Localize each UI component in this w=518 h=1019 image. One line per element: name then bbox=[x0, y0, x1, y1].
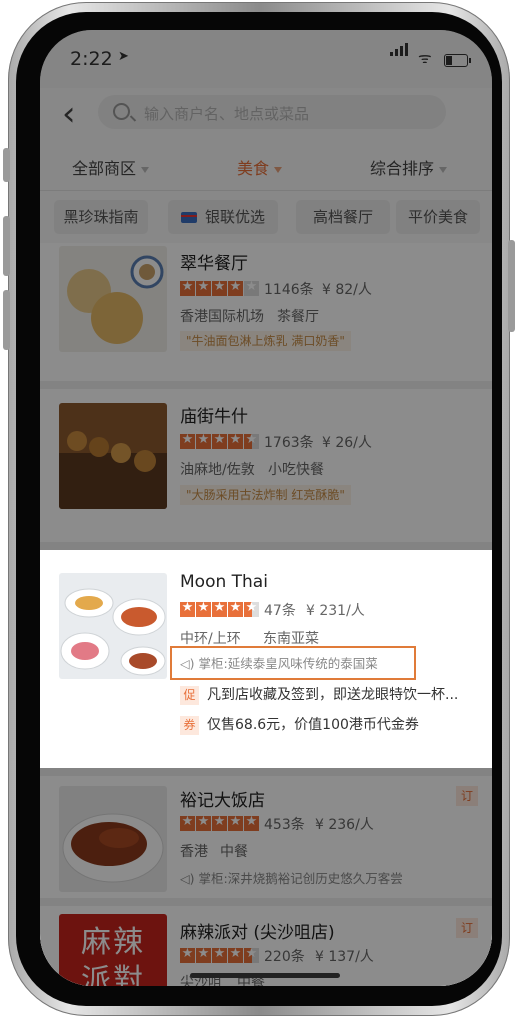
category: 东南亚菜 bbox=[263, 631, 319, 647]
coupon-tag: 券 bbox=[180, 716, 199, 735]
phone-volume-down-button bbox=[3, 290, 10, 350]
rating-stars bbox=[180, 600, 260, 618]
promo-line[interactable]: 促凡到店收藏及签到，即送龙眼特饮一杯... bbox=[180, 684, 458, 705]
coupon-line[interactable]: 券仅售68.6元，价值100港币代金券 bbox=[180, 714, 419, 735]
phone-screen: 2:22 ➤ ᯤ ‹ 输入商户名、地点或菜品 全部商区 美食 综合排序 黑珍珠指… bbox=[40, 30, 492, 986]
home-indicator bbox=[190, 973, 340, 978]
promo-text: 凡到店收藏及签到，即送龙眼特饮一杯... bbox=[207, 687, 459, 703]
dim-overlay-top bbox=[40, 30, 492, 550]
avg-price: ¥ 231/人 bbox=[306, 603, 365, 619]
restaurant-name: Moon Thai bbox=[180, 572, 268, 592]
location: 中环/上环 bbox=[180, 631, 241, 647]
promo-tag: 促 bbox=[180, 686, 199, 705]
restaurant-card-moon-thai[interactable]: Moon Thai 47条 ¥ 231/人 中环/上环 东南亚菜 ◁)掌柜:延续… bbox=[40, 550, 492, 768]
dim-overlay-bottom bbox=[40, 768, 492, 986]
owner-message: ◁) 掌柜:延续泰皇风味传统的泰国菜 bbox=[180, 653, 378, 672]
phone-side-button bbox=[3, 148, 10, 182]
restaurant-photo bbox=[59, 573, 167, 679]
phone-power-button bbox=[508, 240, 515, 332]
coupon-text: 仅售68.6元，价值100港币代金券 bbox=[207, 717, 419, 733]
speaker-icon: ◁) bbox=[180, 656, 195, 671]
review-count: 47条 bbox=[264, 603, 296, 619]
phone-volume-up-button bbox=[3, 216, 10, 276]
owner-message-text: 掌柜:延续泰皇风味传统的泰国菜 bbox=[198, 656, 378, 671]
